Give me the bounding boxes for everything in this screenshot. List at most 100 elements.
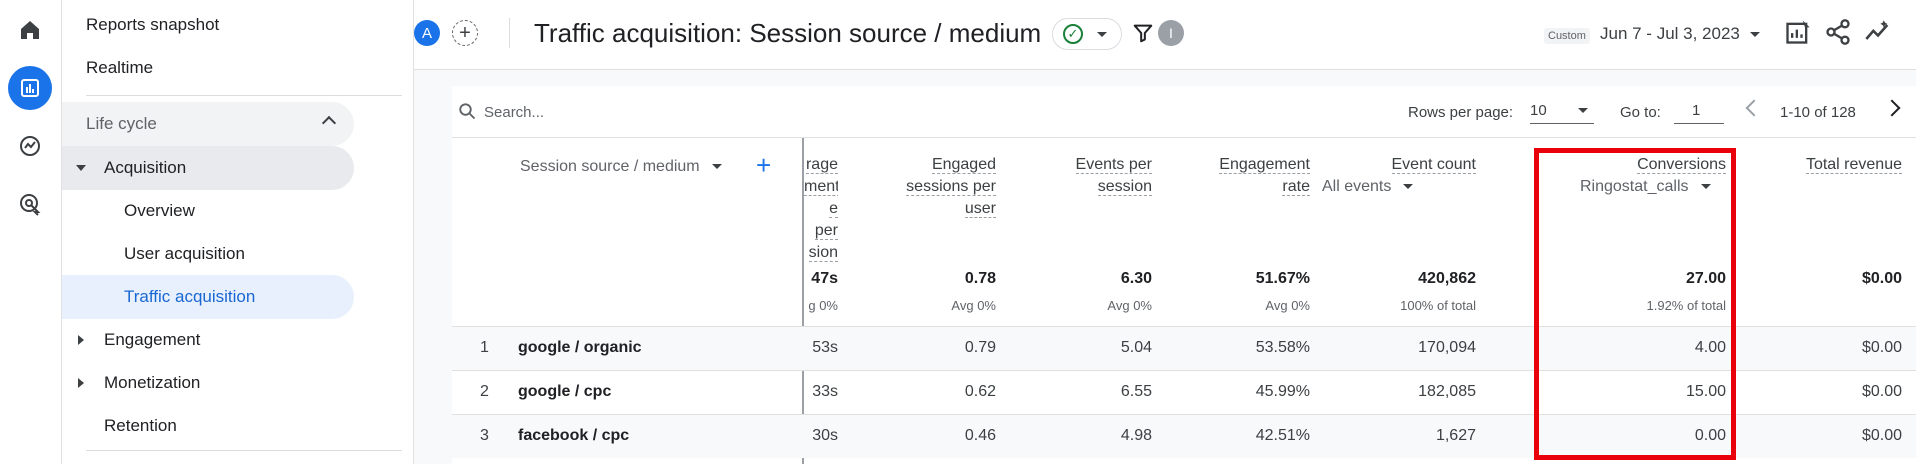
nav-label: Monetization [104, 373, 201, 392]
table-row[interactable]: 2 google / cpc 33s 0.62 6.55 45.99% 182,… [452, 370, 1916, 414]
row-dimension[interactable]: google / organic [518, 339, 642, 357]
nav-panel: Reports snapshot Realtime Life cycle Acq… [62, 0, 414, 464]
cell-engagement-rate: 53.58% [1255, 339, 1310, 356]
cell-events-per-session: 6.55 [1120, 383, 1152, 400]
nav-traffic-acquisition[interactable]: Traffic acquisition [62, 275, 354, 319]
nav-label: Traffic acquisition [124, 287, 256, 306]
content-area: Rows per page: 10 Go to: 1 1-10 of 128 S… [414, 70, 1916, 464]
dimension-header[interactable]: Session source / medium [520, 158, 722, 176]
header-text: rate [1282, 178, 1310, 196]
nav-label: Overview [124, 201, 195, 220]
chevron-up-icon [321, 115, 337, 131]
status-dropdown[interactable]: ✓ [1052, 18, 1122, 50]
nav-label: Acquisition [104, 158, 187, 177]
nav-label: Engagement [104, 330, 201, 349]
total-events-per-session-sub: Avg 0% [1107, 298, 1152, 313]
nav-realtime[interactable]: Realtime [62, 46, 354, 90]
reports-icon[interactable] [8, 66, 52, 110]
nav-life-cycle[interactable]: Life cycle [62, 102, 354, 146]
cell-engagement-rate: 42.51% [1255, 427, 1310, 444]
header-text: Engagement [1219, 156, 1310, 174]
conversions-dropdown[interactable]: Ringostat_calls [1560, 176, 1726, 198]
nav-divider [86, 95, 402, 96]
caret-down-icon [1097, 31, 1107, 37]
nav-acquisition[interactable]: Acquisition [62, 146, 354, 190]
nav-overview[interactable]: Overview [62, 189, 354, 233]
table-row[interactable]: 1 google / organic 53s 0.79 5.04 53.58% … [452, 326, 1916, 370]
event-count-header[interactable]: Event count All events [1312, 154, 1476, 198]
conversions-header[interactable]: Conversions Ringostat_calls [1560, 154, 1726, 198]
engagement-rate-header[interactable]: Engagement rate [1172, 154, 1310, 198]
row-dimension[interactable]: google / cpc [518, 383, 611, 401]
engaged-sessions-header[interactable]: Engaged sessions per user [852, 154, 996, 220]
pagination-range: 1-10 of 128 [1780, 104, 1856, 121]
goto-page-input[interactable]: 1 [1674, 98, 1724, 124]
dropdown-value: All events [1322, 178, 1392, 195]
share-icon[interactable] [1824, 18, 1852, 46]
header-text: Conversions [1637, 156, 1726, 174]
cell-avg-engagement: 33s [812, 383, 838, 400]
caret-down-icon[interactable] [1750, 32, 1760, 37]
date-range-picker[interactable]: Jun 7 - Jul 3, 2023 [1600, 24, 1740, 44]
report-table-card: Rows per page: 10 Go to: 1 1-10 of 128 S… [452, 86, 1916, 464]
cell-event-count: 182,085 [1418, 383, 1476, 400]
caret-right-icon [78, 378, 84, 388]
total-engagement-rate: 51.67% [1255, 270, 1310, 287]
nav-user-acquisition[interactable]: User acquisition [62, 232, 354, 276]
total-revenue: $0.00 [1861, 270, 1902, 287]
filter-icon[interactable] [1132, 22, 1154, 44]
caret-right-icon [78, 335, 84, 345]
advertising-icon[interactable] [8, 182, 52, 226]
nav-monetization[interactable]: Monetization [62, 361, 354, 405]
nav-label: Life cycle [86, 114, 157, 133]
cell-event-count: 1,627 [1435, 427, 1476, 444]
home-icon[interactable] [8, 8, 52, 52]
explore-icon[interactable] [8, 124, 52, 168]
nav-label: Retention [104, 416, 177, 435]
cell-engaged-sessions: 0.62 [964, 383, 996, 400]
cell-event-count: 170,094 [1418, 339, 1476, 356]
search-icon [459, 103, 476, 120]
total-event-count: 420,862 [1418, 270, 1476, 287]
caret-down-icon [1578, 108, 1588, 113]
comparison-avatar[interactable]: A [414, 20, 440, 46]
caret-down-icon [1403, 184, 1414, 190]
rows-per-page-select[interactable]: 10 [1530, 98, 1594, 124]
cell-conversions: 4.00 [1694, 339, 1726, 356]
row-number: 3 [480, 427, 489, 444]
caret-down-icon [76, 165, 86, 171]
total-engaged-sessions-sub: Avg 0% [951, 298, 996, 313]
row-number: 1 [480, 339, 489, 356]
insights-icon[interactable] [1864, 18, 1892, 46]
nav-engagement[interactable]: Engagement [62, 318, 354, 362]
table-row[interactable]: 3 facebook / cpc 30s 0.46 4.98 42.51% 1,… [452, 414, 1916, 458]
custom-date-tag: Custom [1544, 28, 1590, 44]
caret-down-icon [711, 164, 722, 170]
nav-label: User acquisition [124, 244, 245, 263]
event-count-dropdown[interactable]: All events [1312, 176, 1476, 198]
add-dimension-icon[interactable]: + [756, 150, 771, 181]
nav-label: Reports snapshot [86, 15, 220, 34]
add-comparison-icon[interactable]: + [452, 20, 478, 46]
customize-report-icon[interactable] [1784, 18, 1812, 46]
total-avg-engagement-sub: g 0% [808, 298, 838, 313]
header-text: rage [805, 156, 838, 174]
cell-total-revenue: $0.00 [1861, 339, 1902, 356]
chevron-left-icon[interactable] [1745, 99, 1763, 117]
info-avatar[interactable]: I [1158, 20, 1184, 46]
page-title: Traffic acquisition: Session source / me… [534, 18, 1042, 48]
table-toolbar: Rows per page: 10 Go to: 1 1-10 of 128 [452, 86, 1916, 138]
search-input[interactable] [484, 100, 784, 124]
rows-per-page-label: Rows per page: [1408, 104, 1514, 121]
total-revenue-header[interactable]: Total revenue [1772, 154, 1902, 176]
nav-divider [86, 450, 402, 451]
header-text: e per [814, 200, 838, 240]
cell-engagement-rate: 45.99% [1255, 383, 1310, 400]
nav-retention[interactable]: Retention [62, 404, 354, 448]
chevron-right-icon[interactable] [1883, 99, 1901, 117]
events-per-session-header[interactable]: Events per session [1012, 154, 1152, 198]
row-dimension[interactable]: facebook / cpc [518, 427, 629, 445]
nav-reports-snapshot[interactable]: Reports snapshot [62, 3, 354, 47]
avg-engagement-header[interactable]: rage ment e per sion [804, 154, 838, 264]
total-engaged-sessions: 0.78 [964, 270, 996, 287]
